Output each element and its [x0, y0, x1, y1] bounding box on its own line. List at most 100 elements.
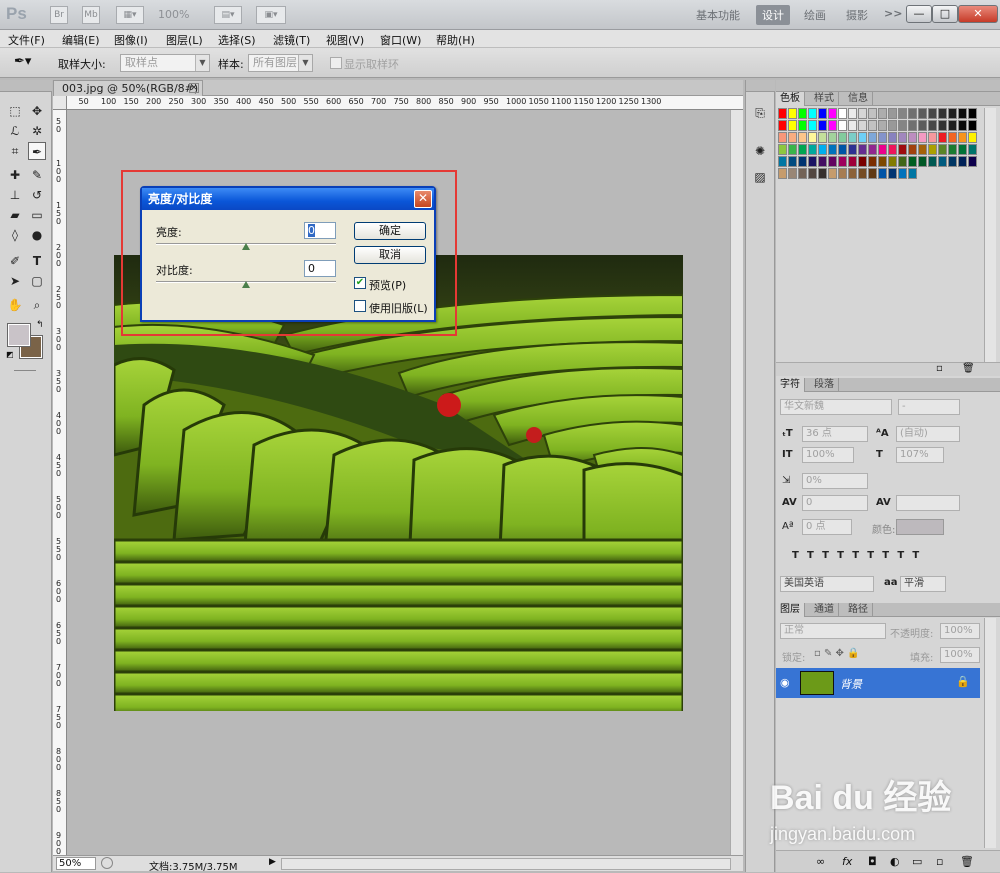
color-swatch[interactable]	[938, 120, 947, 131]
view-extras-icon[interactable]: ▦▾	[116, 6, 144, 24]
menu-window[interactable]: 窗口(W)	[380, 32, 421, 48]
screen-mode-icon[interactable]: ▣▾	[256, 6, 286, 24]
color-swatch[interactable]	[848, 132, 857, 143]
color-swatch[interactable]	[818, 120, 827, 131]
shape-tool-icon[interactable]: ▢	[28, 272, 46, 290]
text-color-swatch[interactable]	[896, 519, 944, 535]
new-group-icon[interactable]: ▭	[912, 855, 922, 868]
color-swatch[interactable]	[878, 144, 887, 155]
color-swatch[interactable]	[788, 108, 797, 119]
color-swatch[interactable]	[838, 144, 847, 155]
color-swatch[interactable]	[828, 144, 837, 155]
brush-tool-icon[interactable]: ✎	[28, 166, 46, 184]
healing-brush-tool-icon[interactable]: ✚	[6, 166, 24, 184]
color-swatch[interactable]	[788, 156, 797, 167]
color-swatch[interactable]	[828, 168, 837, 179]
color-swatch[interactable]	[848, 156, 857, 167]
color-swatch[interactable]	[858, 120, 867, 131]
horizontal-ruler[interactable]: 0501001502002503003504004505005506006507…	[53, 96, 743, 110]
cancel-button[interactable]: 取消	[354, 246, 426, 264]
menu-layer[interactable]: 图层(L)	[166, 32, 203, 48]
color-swatch[interactable]	[968, 156, 977, 167]
color-swatch[interactable]	[888, 156, 897, 167]
gradient-tool-icon[interactable]: ▭	[28, 206, 46, 224]
color-swatch[interactable]	[828, 108, 837, 119]
type-tool-icon[interactable]: T	[28, 252, 46, 270]
color-swatch[interactable]	[888, 168, 897, 179]
new-swatch-icon[interactable]: ▫	[936, 363, 943, 374]
color-swatch[interactable]	[958, 144, 967, 155]
color-swatch[interactable]	[948, 120, 957, 131]
color-swatch[interactable]	[898, 156, 907, 167]
color-swatch[interactable]	[868, 108, 877, 119]
color-swatch[interactable]	[788, 144, 797, 155]
color-swatch[interactable]	[958, 120, 967, 131]
color-swatch[interactable]	[808, 168, 817, 179]
color-swatch[interactable]	[908, 168, 917, 179]
fill-field[interactable]: 100%	[940, 647, 980, 663]
color-swatch[interactable]	[818, 132, 827, 143]
color-swatch[interactable]	[948, 108, 957, 119]
baseline-shift-field[interactable]: 0 点	[802, 519, 852, 535]
color-swatch[interactable]	[808, 120, 817, 131]
color-swatch[interactable]	[788, 168, 797, 179]
workspace-photography[interactable]: 摄影	[846, 7, 868, 23]
contrast-input[interactable]: 0	[304, 260, 336, 277]
color-swatch[interactable]	[938, 132, 947, 143]
tracking-field[interactable]	[896, 495, 960, 511]
zoom-tool-icon[interactable]: ⌕	[28, 296, 46, 314]
color-swatch[interactable]	[808, 108, 817, 119]
color-swatch[interactable]	[858, 156, 867, 167]
preview-checkbox[interactable]: ✔	[354, 277, 366, 289]
color-swatch[interactable]	[788, 132, 797, 143]
color-swatch[interactable]	[798, 108, 807, 119]
brightness-input[interactable]: 0	[304, 222, 336, 239]
font-family-select[interactable]: 华文新魏	[780, 399, 892, 415]
color-swatch[interactable]	[848, 168, 857, 179]
color-swatch[interactable]	[778, 156, 787, 167]
status-expand-icon[interactable]: ▶	[269, 857, 276, 867]
tsume-field[interactable]: 0%	[802, 473, 868, 489]
color-swatch[interactable]	[918, 108, 927, 119]
antialias-select[interactable]: 平滑	[900, 576, 946, 592]
layer-row-background[interactable]: ◉ 背景 🔒	[776, 668, 980, 698]
eraser-tool-icon[interactable]: ▰	[6, 206, 24, 224]
color-swatch[interactable]	[818, 168, 827, 179]
color-swatch[interactable]	[928, 120, 937, 131]
color-swatch[interactable]	[828, 132, 837, 143]
clone-stamp-tool-icon[interactable]: ⊥	[6, 186, 24, 204]
eyedropper-preset-icon[interactable]: ✒▾	[14, 54, 31, 69]
menu-edit[interactable]: 编辑(E)	[62, 32, 100, 48]
menu-file[interactable]: 文件(F)	[8, 32, 45, 48]
swatch-grid[interactable]	[778, 108, 984, 184]
document-tab[interactable]: 003.jpg @ 50%(RGB/8#) ✕	[53, 80, 203, 96]
color-swatch[interactable]	[878, 168, 887, 179]
strip-header[interactable]	[746, 80, 775, 92]
hand-tool-icon[interactable]: ✋	[6, 296, 24, 314]
eye-icon[interactable]: ◉	[780, 676, 790, 689]
color-swatch[interactable]	[848, 108, 857, 119]
color-swatch[interactable]	[868, 156, 877, 167]
color-swatch[interactable]	[778, 108, 787, 119]
launch-bridge-icon[interactable]: Br	[50, 6, 68, 24]
arrange-documents-icon[interactable]: ▤▾	[214, 6, 242, 24]
status-menu-icon[interactable]	[101, 857, 113, 869]
color-swatch[interactable]	[958, 108, 967, 119]
swap-colors-icon[interactable]: ↰	[36, 320, 44, 330]
color-swatch[interactable]	[928, 156, 937, 167]
color-swatch[interactable]	[908, 144, 917, 155]
color-swatch[interactable]	[778, 120, 787, 131]
blend-mode-select[interactable]: 正常	[780, 623, 886, 639]
dialog-title[interactable]: 亮度/对比度	[142, 188, 434, 210]
workspace-design[interactable]: 设计	[756, 5, 790, 25]
color-swatch[interactable]	[918, 120, 927, 131]
brightness-slider-thumb[interactable]	[242, 243, 250, 250]
tab-paragraph[interactable]: 段落	[810, 378, 839, 392]
color-swatch[interactable]	[948, 132, 957, 143]
marquee-tool-icon[interactable]: ⬚	[6, 102, 24, 120]
contrast-slider-thumb[interactable]	[242, 281, 250, 288]
color-swatch[interactable]	[778, 132, 787, 143]
color-swatch[interactable]	[898, 120, 907, 131]
color-swatch[interactable]	[948, 156, 957, 167]
color-swatch[interactable]	[778, 144, 787, 155]
